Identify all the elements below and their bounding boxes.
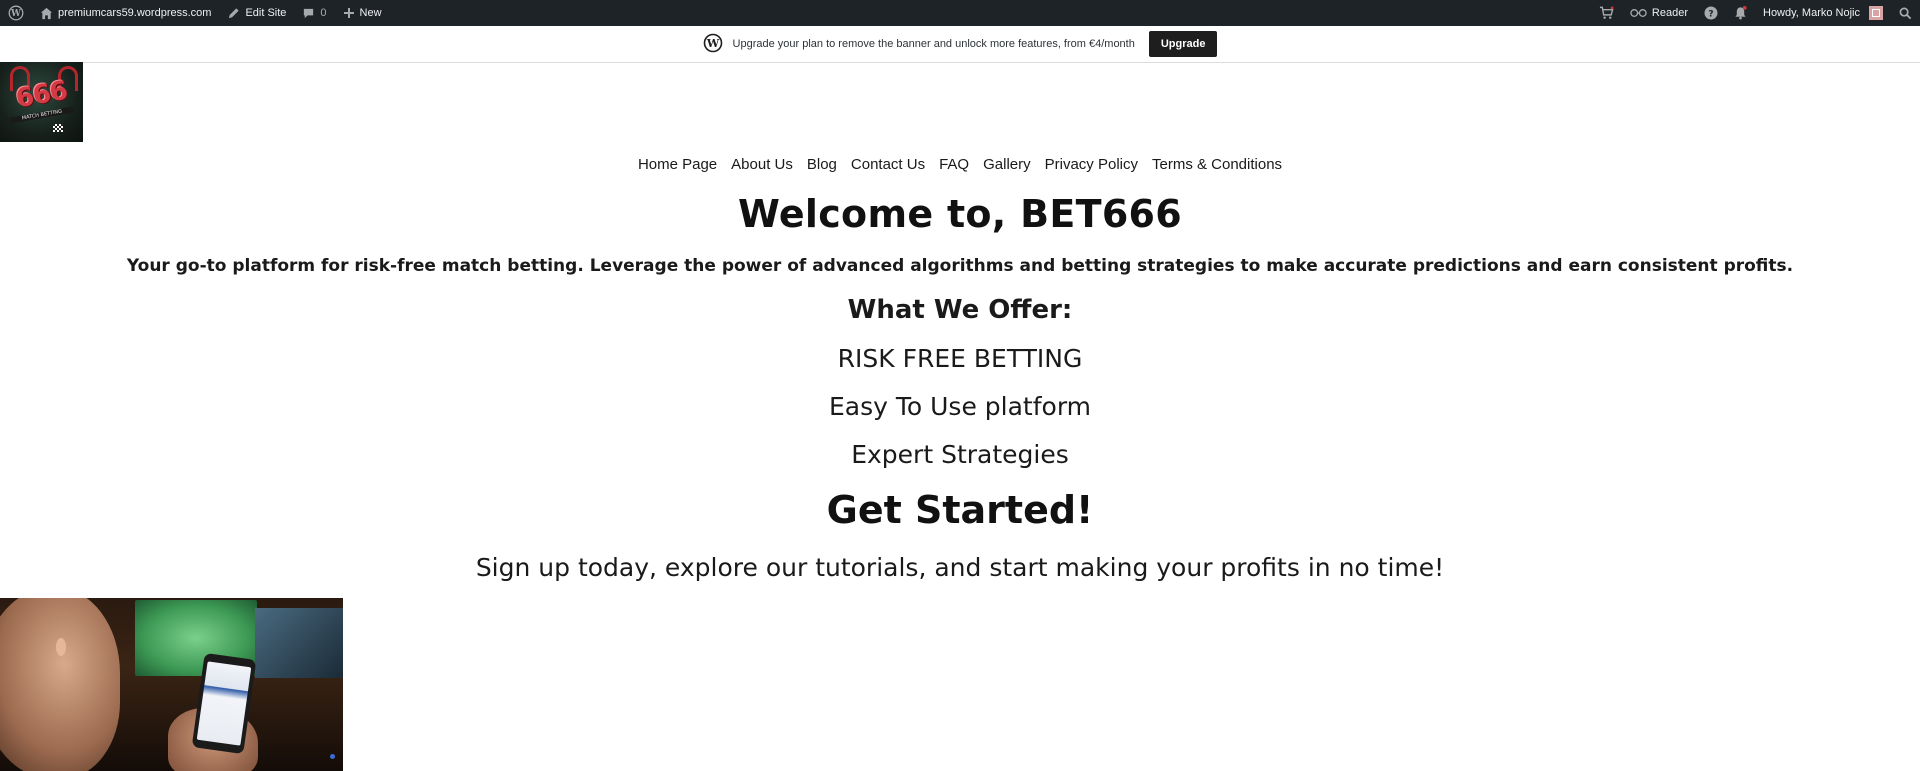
cta-heading: Get Started! — [826, 488, 1094, 532]
edit-site-link[interactable]: Edit Site — [219, 0, 294, 26]
nav-item-home-page[interactable]: Home Page — [638, 156, 717, 173]
svg-text:W: W — [10, 9, 21, 19]
reader-link[interactable]: Reader — [1622, 0, 1696, 26]
account-menu[interactable]: Howdy, Marko Nojic — [1755, 0, 1891, 26]
nav-item-about-us[interactable]: About Us — [731, 156, 793, 173]
page-title: Welcome to, BET666 — [737, 192, 1183, 236]
help-link[interactable]: ? — [1696, 0, 1726, 26]
upgrade-message: Upgrade your plan to remove the banner a… — [732, 38, 1135, 50]
site-logo[interactable]: 666 MATCH BETTING — [0, 62, 83, 142]
person-head — [0, 598, 120, 771]
plus-icon — [343, 7, 355, 19]
feature-expert-strategies: Expert Strategies — [851, 440, 1069, 469]
wordpress-icon: W — [703, 33, 723, 56]
feature-risk-free: RISK FREE BETTING — [837, 344, 1083, 373]
account-greeting: Howdy, Marko Nojic — [1763, 7, 1860, 19]
notifications-link[interactable] — [1726, 0, 1755, 26]
upgrade-button[interactable]: Upgrade — [1148, 31, 1218, 57]
wordpress-icon: W — [8, 5, 24, 21]
site-name: premiumcars59.wordpress.com — [58, 7, 212, 19]
home-icon — [40, 7, 53, 20]
wp-admin-bar: W premiumcars59.wordpress.com Edit Site … — [0, 0, 1920, 26]
cart-link[interactable] — [1591, 0, 1622, 26]
hero-photo — [0, 598, 343, 771]
hero-lead: Your go-to platform for risk-free match … — [126, 256, 1794, 276]
new-label: New — [359, 7, 382, 19]
nav-item-terms-conditions[interactable]: Terms & Conditions — [1152, 156, 1282, 173]
new-content-link[interactable]: New — [335, 0, 390, 26]
background-screen — [255, 608, 343, 678]
search-icon — [1899, 7, 1912, 20]
upgrade-banner: W Upgrade your plan to remove the banner… — [0, 26, 1920, 63]
help-icon: ? — [1704, 6, 1718, 20]
person-ear — [56, 638, 66, 656]
reader-label: Reader — [1651, 7, 1688, 19]
nav-item-faq[interactable]: FAQ — [939, 156, 969, 173]
search-link[interactable] — [1891, 0, 1920, 26]
comments-link[interactable]: 0 — [294, 0, 334, 26]
glasses-icon — [1630, 8, 1647, 18]
avatar — [1869, 6, 1883, 20]
bell-icon — [1734, 6, 1747, 20]
signup-text: Sign up today, explore our tutorials, an… — [475, 553, 1445, 582]
nav-item-privacy-policy[interactable]: Privacy Policy — [1045, 156, 1138, 173]
comments-count: 0 — [320, 7, 327, 19]
comment-icon — [302, 7, 315, 20]
main-navigation: Home Page About Us Blog Contact Us FAQ G… — [0, 156, 1920, 173]
nav-item-contact-us[interactable]: Contact Us — [851, 156, 925, 173]
site-name-link[interactable]: premiumcars59.wordpress.com — [32, 0, 219, 26]
wp-logo-menu[interactable]: W — [0, 0, 32, 26]
checkered-flag-icon — [53, 124, 63, 132]
nav-item-gallery[interactable]: Gallery — [983, 156, 1031, 173]
edit-site-label: Edit Site — [245, 7, 287, 19]
svg-text:?: ? — [1708, 10, 1713, 20]
feature-easy-to-use: Easy To Use platform — [828, 392, 1092, 421]
svg-text:W: W — [705, 37, 719, 50]
nav-item-blog[interactable]: Blog — [807, 156, 837, 173]
offer-heading: What We Offer: — [847, 295, 1073, 325]
pencil-icon — [227, 7, 240, 20]
indicator-dot — [330, 754, 335, 759]
cart-icon — [1599, 6, 1614, 20]
